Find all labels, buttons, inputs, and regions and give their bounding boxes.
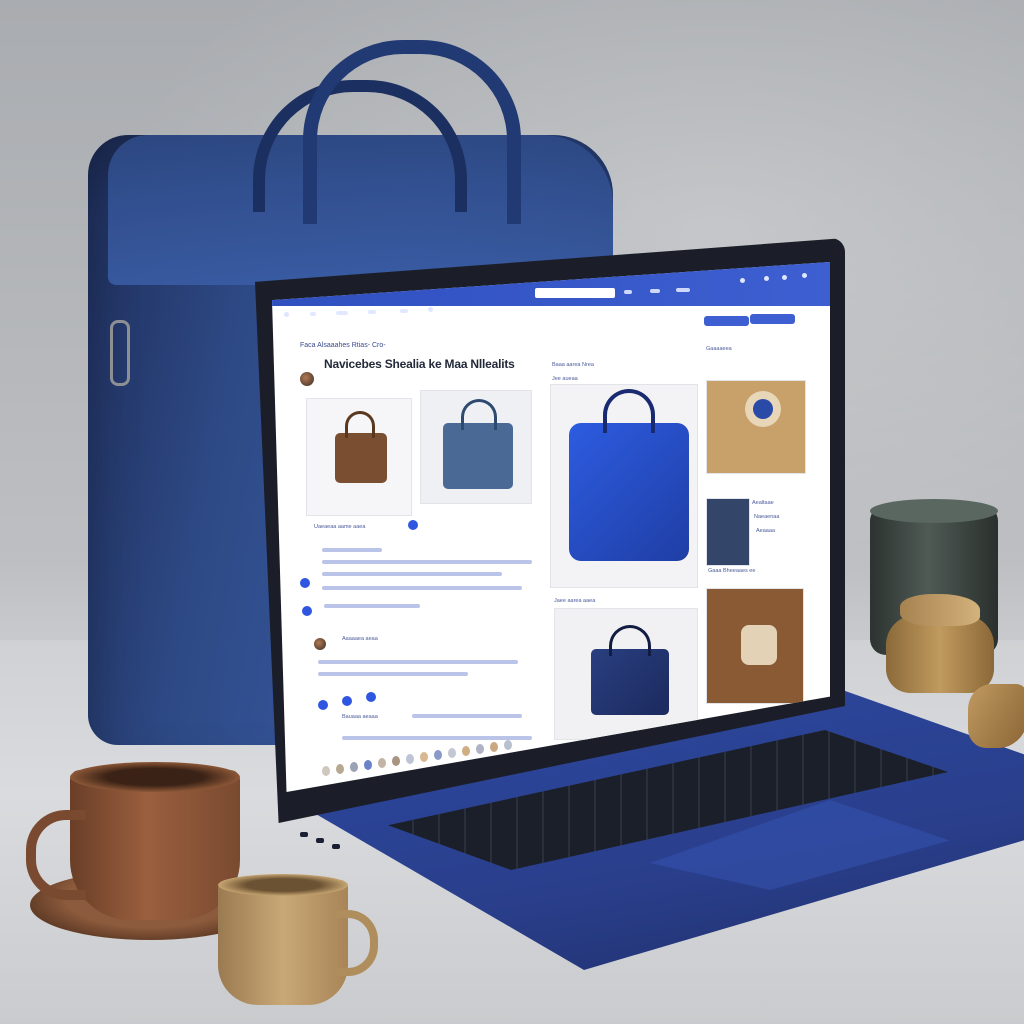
nav-link[interactable] [400, 309, 408, 313]
text-line [342, 736, 532, 740]
text-line [322, 586, 522, 590]
bag-handle-icon [609, 625, 651, 656]
cup-rim [70, 762, 240, 792]
menu-icon[interactable] [284, 312, 289, 317]
text-line [322, 548, 382, 552]
blue-tote-image [443, 423, 513, 489]
color-swatch[interactable] [322, 766, 330, 776]
product-card-accessory[interactable] [706, 380, 806, 474]
comment-label: Aaaaaea aeaa [342, 636, 378, 642]
cylinder-top [870, 499, 998, 523]
bag-handle-icon [603, 389, 655, 433]
wood-piece [900, 594, 980, 626]
nav-link[interactable] [624, 290, 632, 294]
thumb-label: Aeaaaa [756, 528, 775, 534]
product-card-lifestyle[interactable] [706, 588, 804, 704]
navy-bag-image [591, 649, 669, 715]
pagination-dot[interactable] [366, 692, 376, 702]
wood-piece [968, 684, 1024, 748]
accessory-detail [753, 399, 773, 419]
heart-icon[interactable] [764, 276, 769, 281]
pagination-dot[interactable] [318, 700, 328, 710]
color-swatch[interactable] [392, 756, 400, 766]
filter-button[interactable] [704, 316, 749, 326]
text-line [412, 714, 522, 718]
section-subheading: Jee aueaa [552, 376, 578, 382]
usb-port [332, 844, 340, 849]
cup-rim [218, 874, 348, 896]
lifestyle-bag-image [741, 625, 777, 665]
product-thumb-tablet[interactable] [706, 498, 750, 566]
thumb-label: Naeaenaa [754, 514, 780, 520]
color-swatch[interactable] [350, 762, 358, 772]
sort-button[interactable] [750, 314, 795, 324]
color-swatch[interactable] [420, 752, 428, 762]
account-icon[interactable] [802, 273, 807, 278]
results-label: Gaaaaeea [706, 346, 732, 352]
color-swatch[interactable] [476, 744, 484, 754]
product-card-featured[interactable] [550, 384, 698, 588]
photo-scene: Faca Alsaaahes Rtias- Cro- Navicebes She… [0, 0, 1024, 1024]
brown-tote-image [335, 433, 387, 483]
color-swatch[interactable] [490, 742, 498, 752]
caption: Gaaa Bheeaaes ee [708, 568, 756, 574]
cart-icon[interactable] [782, 275, 787, 280]
color-swatch[interactable] [504, 740, 512, 750]
text-line [318, 672, 468, 676]
color-swatch[interactable] [434, 750, 442, 760]
bag-handle-icon [345, 411, 375, 438]
avatar [300, 372, 314, 386]
radio-option[interactable] [302, 606, 312, 616]
section-heading: Baaa aarea Nrea [552, 362, 594, 368]
text-line [322, 560, 532, 564]
color-swatch[interactable] [364, 760, 372, 770]
pagination-dot[interactable] [342, 696, 352, 706]
color-swatch[interactable] [336, 764, 344, 774]
thumb-label: Aealtaae [752, 500, 774, 506]
featured-bag-image [569, 423, 689, 561]
avatar [314, 638, 326, 650]
nav-link[interactable] [650, 289, 660, 293]
bag-handle-front [303, 40, 521, 224]
color-swatch[interactable] [462, 746, 470, 756]
bag-key-ring [110, 320, 130, 386]
filter-label: Uaeaeaa aame aaea [314, 524, 366, 530]
filter-toggle[interactable] [408, 520, 418, 530]
page-title: Navicebes Shealia ke Maa Nllealits [324, 357, 515, 371]
product-card-blue-tote[interactable] [420, 390, 532, 504]
list-label: Bauaaa aeaaa [342, 714, 378, 720]
color-swatch[interactable] [378, 758, 386, 768]
nav-link[interactable] [676, 288, 690, 292]
color-swatch[interactable] [448, 748, 456, 758]
color-swatch[interactable] [406, 754, 414, 764]
brown-ceramic-cup [26, 762, 240, 920]
nav-link[interactable] [368, 310, 376, 314]
nav-link[interactable] [310, 312, 316, 316]
product-card-navy-bag[interactable] [554, 608, 698, 740]
breadcrumb: Faca Alsaaahes Rtias- Cro- [300, 342, 386, 349]
product-card-brown-tote[interactable] [306, 398, 412, 516]
usb-port [300, 832, 308, 837]
search-input[interactable] [535, 288, 615, 298]
text-line [322, 572, 502, 576]
wooden-block [886, 615, 994, 693]
text-line [324, 604, 420, 608]
nav-link[interactable] [336, 311, 348, 315]
bag-handle-icon [461, 399, 497, 430]
usb-port [316, 838, 324, 843]
logo-icon[interactable] [428, 307, 433, 312]
user-icon[interactable] [740, 278, 745, 283]
caption: Jaee aarea aaea [554, 598, 596, 604]
text-line [318, 660, 518, 664]
radio-option[interactable] [300, 578, 310, 588]
tan-ceramic-cup [218, 874, 378, 1005]
